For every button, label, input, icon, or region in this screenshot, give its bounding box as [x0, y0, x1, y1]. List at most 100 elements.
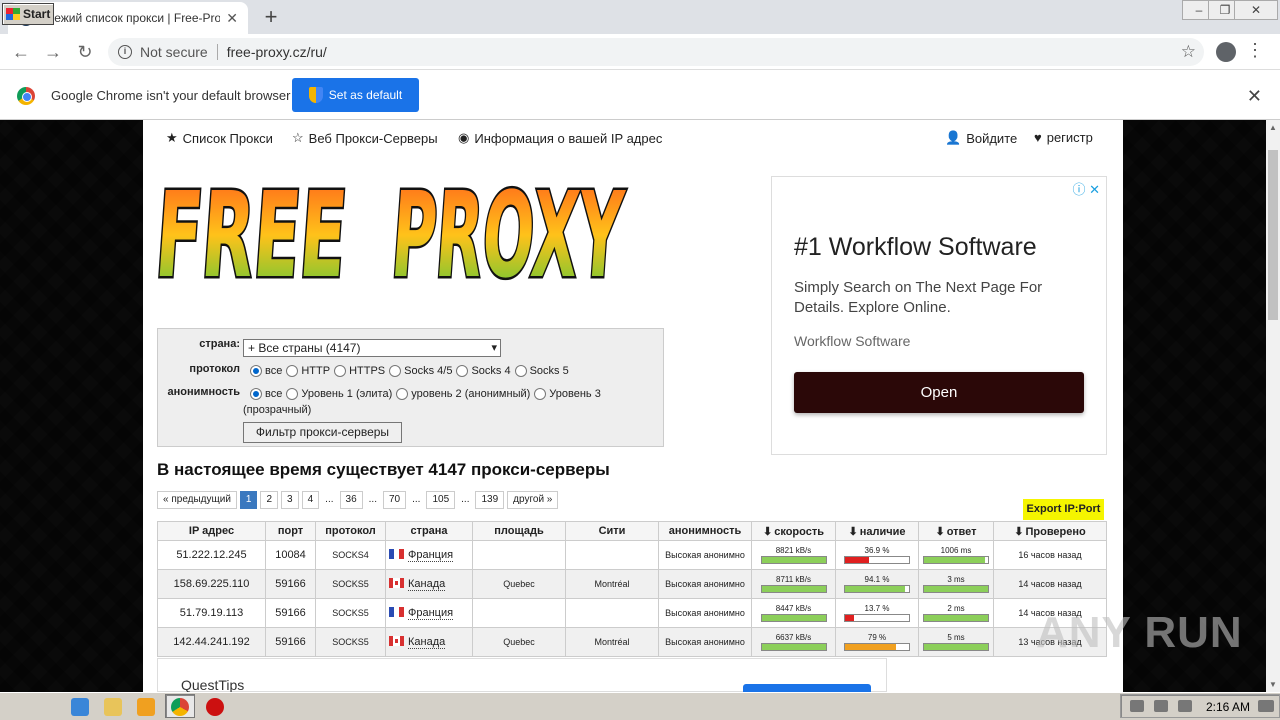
cell-country[interactable]: Франция [385, 540, 473, 570]
profile-avatar-icon[interactable] [1216, 42, 1236, 62]
col-speed[interactable]: ⬇ скорость [751, 521, 836, 541]
anonymity-radio-all[interactable] [250, 388, 262, 400]
anonymity-option-label: Уровень 3 [549, 388, 601, 400]
anonymity-option-label: все [265, 388, 283, 400]
start-button[interactable]: Start [2, 3, 54, 25]
cell-uptime: 94.1 % [835, 569, 919, 599]
cell-ip[interactable]: 142.44.241.192 [157, 627, 266, 657]
nav-web-proxy[interactable]: ☆ Веб Прокси-Серверы [292, 130, 438, 146]
cell-country[interactable]: Канада [385, 569, 473, 599]
nav-login[interactable]: 👤 Войдите [945, 130, 1017, 146]
protocol-radio-http[interactable] [286, 365, 299, 377]
sort-down-arrow-icon: ⬇ [1014, 525, 1024, 538]
pager-ellipsis: ... [325, 494, 334, 505]
pager-page[interactable]: 70 [382, 490, 407, 509]
protocol-radio-all[interactable] [250, 365, 262, 377]
ad-open-button[interactable]: Open [794, 372, 1084, 413]
export-ip-port-button[interactable]: Export IP:Port [1023, 499, 1104, 520]
col-protocol: протокол [315, 521, 386, 541]
cell-protocol: SOCKS5 [315, 598, 386, 628]
pager-page[interactable]: 3 [281, 490, 299, 509]
pager-prev[interactable]: « предыдущий [157, 490, 237, 509]
alert-stop-icon[interactable] [206, 698, 224, 716]
internet-explorer-icon[interactable] [71, 698, 89, 716]
proxy-count-heading: В настоящее время существует 4147 прокси… [157, 460, 610, 479]
anonymity-label: анонимность [167, 386, 240, 398]
col-uptime[interactable]: ⬇ наличие [835, 521, 919, 541]
nav-ip-info-label: Информация о вашей IP адрес [474, 130, 663, 146]
kebab-menu-icon[interactable]: ⋮ [1246, 40, 1264, 61]
protocol-option-label: Socks 4/5 [404, 365, 453, 377]
response-meter-bar [923, 614, 989, 622]
scroll-up-icon[interactable]: ▲ [1266, 121, 1280, 135]
col-anonymity: анонимность [658, 521, 752, 541]
pager-page[interactable]: 1 [239, 490, 258, 509]
reload-icon[interactable]: ↻ [72, 40, 98, 64]
speed-meter-text: 6637 kB/s [775, 633, 812, 642]
set-as-default-button[interactable]: Set as default [292, 78, 419, 112]
close-window-icon[interactable]: ✕ [1234, 0, 1278, 20]
back-arrow-icon[interactable]: ← [8, 40, 34, 64]
protocol-radio-socks45[interactable] [389, 365, 402, 377]
filter-submit-button[interactable]: Фильтр прокси-серверы [243, 422, 402, 443]
adchoices-close-icon[interactable]: ⓘ ✕ [1072, 179, 1100, 198]
anonymity-radio-level1[interactable] [286, 388, 299, 400]
pager-next[interactable]: другой » [507, 490, 559, 509]
nav-proxy-list[interactable]: ★ Список Прокси [166, 130, 273, 146]
nav-ip-info[interactable]: ◉ Информация о вашей IP адрес [458, 130, 662, 146]
protocol-radio-group: все HTTP HTTPS Socks 4/5 Socks 4 Socks 5 [246, 365, 569, 377]
show-desktop-icon[interactable] [1258, 700, 1274, 712]
address-bar[interactable]: i Not secure free-proxy.cz/ru/ [108, 38, 1204, 66]
cell-port: 59166 [265, 598, 316, 628]
cell-ip[interactable]: 158.69.225.110 [157, 569, 266, 599]
cell-checked: 14 часов назад [993, 569, 1107, 599]
cell-ip[interactable]: 51.222.12.245 [157, 540, 266, 570]
free-proxy-logo[interactable]: FREE PROXY [157, 168, 637, 298]
pager-page[interactable]: 36 [339, 490, 363, 509]
cell-ip[interactable]: 51.79.19.113 [157, 598, 266, 628]
protocol-radio-socks5[interactable] [514, 365, 527, 377]
new-tab-button[interactable]: + [258, 4, 284, 30]
flag-icon[interactable] [1178, 700, 1192, 712]
speed-meter-fill [761, 557, 826, 563]
pager-page[interactable]: 139 [475, 490, 505, 509]
bottom-ad-banner[interactable]: QuestTips [157, 658, 887, 694]
network-icon[interactable] [1154, 700, 1168, 712]
tab-close-icon[interactable]: ✕ [226, 10, 238, 27]
scrollbar-thumb[interactable] [1268, 150, 1278, 320]
cell-country[interactable]: Канада [385, 627, 473, 657]
url-text[interactable]: free-proxy.cz/ru/ [227, 44, 327, 60]
country-select[interactable]: + Все страны (4147) [243, 339, 501, 357]
scroll-down-icon[interactable]: ▼ [1266, 678, 1280, 692]
nav-register[interactable]: ♥ регистр [1034, 130, 1093, 145]
media-player-icon[interactable] [137, 698, 155, 716]
volume-icon[interactable] [1130, 700, 1144, 712]
uptime-meter-bar [844, 585, 910, 593]
logo-free: FREE [157, 168, 351, 298]
response-meter: 1006 ms [923, 546, 989, 564]
bookmark-star-icon[interactable]: ☆ [1181, 42, 1196, 62]
pager-page[interactable]: 4 [301, 490, 320, 509]
cell-speed: 8447 kB/s [751, 598, 836, 628]
explorer-folder-icon[interactable] [104, 698, 122, 716]
cell-uptime: 79 % [835, 627, 919, 657]
nav-login-label: Войдите [966, 130, 1018, 146]
protocol-radio-https[interactable] [334, 365, 347, 377]
nav-proxy-list-label: Список Прокси [182, 130, 273, 146]
col-response[interactable]: ⬇ ответ [918, 521, 994, 541]
cell-country[interactable]: Франция [385, 598, 473, 628]
uptime-meter: 94.1 % [844, 575, 910, 593]
info-icon[interactable]: i [118, 45, 132, 59]
anonymity-radio-level2[interactable] [396, 388, 409, 400]
forward-arrow-icon[interactable]: → [40, 40, 66, 64]
infobar-message: Google Chrome isn't your default browser [51, 88, 291, 103]
anonymity-radio-level3[interactable] [534, 388, 547, 400]
infobar-close-icon[interactable]: ✕ [1247, 86, 1262, 107]
response-meter: 2 ms [923, 604, 989, 622]
col-checked[interactable]: ⬇ Проверено [993, 521, 1107, 541]
ad-banner[interactable]: ⓘ ✕ #1 Workflow Software Simply Search o… [771, 176, 1107, 455]
col-response-label: ответ [946, 525, 977, 538]
pager-page[interactable]: 2 [260, 490, 279, 509]
pager-page[interactable]: 105 [426, 490, 456, 509]
protocol-radio-socks4[interactable] [456, 365, 469, 377]
